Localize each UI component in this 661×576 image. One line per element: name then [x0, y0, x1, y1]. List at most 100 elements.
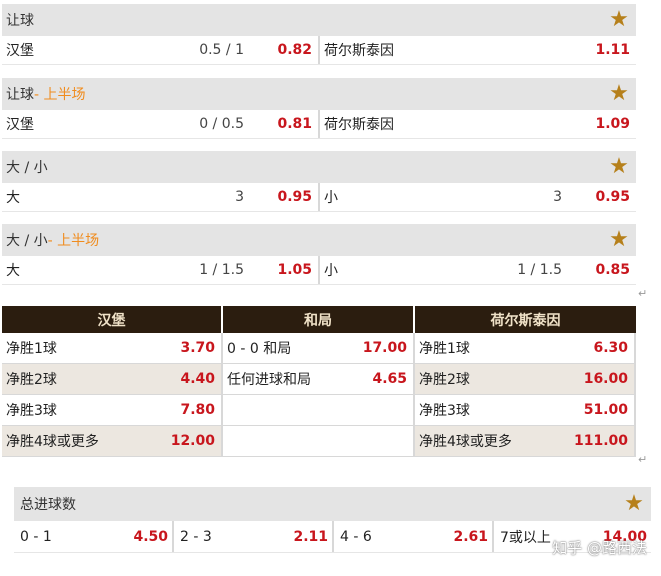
total-header: 大 / 小 ★	[2, 151, 636, 183]
under-label: 小	[324, 190, 338, 206]
margin-away-cell[interactable]: 净胜4球或更多 111.00	[415, 426, 636, 456]
total-half-title: 大 / 小	[6, 233, 48, 249]
table-row: 净胜3球 7.80 净胜3球 51.00	[2, 395, 636, 426]
total-goals-market: 总进球数 ★ 0 - 1 4.50 2 - 3 2.11 4 - 6 2.61 7或以…	[14, 487, 651, 553]
handicap-home-odd: 0.82	[277, 42, 312, 58]
home-team-name: 汉堡	[6, 117, 34, 133]
handicap-away-odd: 1.11	[595, 42, 630, 58]
option-odd: 2.61	[453, 528, 488, 545]
over-label: 大	[6, 190, 20, 206]
favorite-star-icon[interactable]: ★	[623, 493, 645, 515]
margin-header-draw: 和局	[223, 306, 415, 333]
handicap-title: 让球	[6, 13, 34, 29]
total-goals-option[interactable]: 2 - 3 2.11	[174, 521, 334, 552]
option-label: 7或以上	[500, 529, 551, 546]
total-half-subtitle: - 上半场	[47, 233, 100, 249]
over-line: 1 / 1.5	[199, 262, 244, 278]
total-market: 大 / 小 ★ 大 3 0.95 小 3 0.95	[2, 151, 636, 212]
table-row: 净胜4球或更多 12.00 净胜4球或更多 111.00	[2, 426, 636, 457]
favorite-star-icon[interactable]: ★	[608, 156, 630, 178]
handicap-away-selection[interactable]: 荷尔斯泰因 1.11	[320, 36, 636, 64]
handicap-row: 汉堡 0.5 / 1 0.82 荷尔斯泰因 1.11	[2, 36, 636, 65]
total-under-selection[interactable]: 小 3 0.95	[320, 183, 636, 211]
handicap-half-market: 让球 - 上半场 ★ 汉堡 0 / 0.5 0.81 荷尔斯泰因 1.09	[2, 78, 636, 139]
favorite-star-icon[interactable]: ★	[608, 83, 630, 105]
handicap-half-row: 汉堡 0 / 0.5 0.81 荷尔斯泰因 1.09	[2, 110, 636, 139]
option-odd: 4.50	[133, 528, 168, 545]
margin-away-cell[interactable]: 净胜1球 6.30	[415, 333, 636, 363]
option-label: 0 - 1	[20, 528, 52, 545]
total-goals-title: 总进球数	[20, 497, 76, 513]
total-half-over-selection[interactable]: 大 1 / 1.5 1.05	[2, 256, 320, 284]
handicap-half-home-odd: 0.81	[277, 116, 312, 132]
margin-draw-cell	[223, 395, 415, 425]
option-odd: 2.11	[293, 528, 328, 545]
under-label: 小	[324, 263, 338, 279]
over-odd: 0.95	[277, 189, 312, 205]
margin-away-cell[interactable]: 净胜3球 51.00	[415, 395, 636, 425]
return-mark: ↵	[638, 453, 648, 466]
winning-margin-table: 汉堡 和局 荷尔斯泰因 净胜1球 3.70 0 - 0 和局 17.00 净胜1球 6…	[2, 306, 636, 457]
cell-odd: 16.00	[583, 371, 628, 387]
cell-label: 净胜3球	[419, 403, 470, 419]
margin-header-row: 汉堡 和局 荷尔斯泰因	[2, 306, 636, 333]
handicap-half-away-selection[interactable]: 荷尔斯泰因 1.09	[320, 110, 636, 138]
cell-odd: 7.80	[180, 402, 215, 418]
total-goals-option[interactable]: 0 - 1 4.50	[14, 521, 174, 552]
cell-label: 净胜2球	[6, 372, 57, 388]
handicap-half-home-selection[interactable]: 汉堡 0 / 0.5 0.81	[2, 110, 320, 138]
total-title: 大 / 小	[6, 160, 48, 176]
handicap-home-selection[interactable]: 汉堡 0.5 / 1 0.82	[2, 36, 320, 64]
table-row: 净胜2球 4.40 任何进球和局 4.65 净胜2球 16.00	[2, 364, 636, 395]
handicap-line: 0.5 / 1	[199, 42, 244, 58]
favorite-star-icon[interactable]: ★	[608, 229, 630, 251]
cell-label: 净胜1球	[6, 341, 57, 357]
cell-label: 净胜4球或更多	[419, 434, 512, 450]
under-line: 1 / 1.5	[517, 262, 562, 278]
cell-label: 净胜1球	[419, 341, 470, 357]
total-half-market: 大 / 小 - 上半场 ★ 大 1 / 1.5 1.05 小 1 / 1.5 0…	[2, 224, 636, 285]
cell-odd: 12.00	[170, 433, 215, 449]
total-goals-option[interactable]: 7或以上 14.00	[494, 521, 651, 552]
cell-odd: 17.00	[362, 340, 407, 356]
away-team-name: 荷尔斯泰因	[324, 43, 394, 59]
cell-odd: 3.70	[180, 340, 215, 356]
total-over-selection[interactable]: 大 3 0.95	[2, 183, 320, 211]
cell-label: 0 - 0 和局	[227, 341, 292, 357]
under-odd: 0.85	[595, 262, 630, 278]
margin-draw-cell[interactable]: 0 - 0 和局 17.00	[223, 333, 415, 363]
margin-home-cell[interactable]: 净胜1球 3.70	[2, 333, 223, 363]
margin-header-home: 汉堡	[2, 306, 223, 333]
return-mark: ↵	[638, 287, 648, 300]
total-row: 大 3 0.95 小 3 0.95	[2, 183, 636, 212]
favorite-star-icon[interactable]: ★	[608, 9, 630, 31]
margin-home-cell[interactable]: 净胜4球或更多 12.00	[2, 426, 223, 456]
margin-away-cell[interactable]: 净胜2球 16.00	[415, 364, 636, 394]
total-half-header: 大 / 小 - 上半场 ★	[2, 224, 636, 256]
handicap-market: 让球 ★ 汉堡 0.5 / 1 0.82 荷尔斯泰因 1.11	[2, 4, 636, 65]
cell-odd: 51.00	[583, 402, 628, 418]
handicap-header: 让球 ★	[2, 4, 636, 36]
cell-odd: 111.00	[573, 433, 628, 449]
total-half-under-selection[interactable]: 小 1 / 1.5 0.85	[320, 256, 636, 284]
handicap-half-line: 0 / 0.5	[199, 116, 244, 132]
option-label: 2 - 3	[180, 528, 212, 545]
total-half-row: 大 1 / 1.5 1.05 小 1 / 1.5 0.85	[2, 256, 636, 285]
home-team-name: 汉堡	[6, 43, 34, 59]
under-line: 3	[553, 189, 562, 205]
away-team-name: 荷尔斯泰因	[324, 117, 394, 133]
over-odd: 1.05	[277, 262, 312, 278]
table-row: 净胜1球 3.70 0 - 0 和局 17.00 净胜1球 6.30	[2, 333, 636, 364]
margin-home-cell[interactable]: 净胜2球 4.40	[2, 364, 223, 394]
cell-odd: 4.40	[180, 371, 215, 387]
cell-label: 任何进球和局	[227, 372, 311, 388]
margin-home-cell[interactable]: 净胜3球 7.80	[2, 395, 223, 425]
over-line: 3	[235, 189, 244, 205]
cell-odd: 6.30	[593, 340, 628, 356]
margin-draw-cell[interactable]: 任何进球和局 4.65	[223, 364, 415, 394]
margin-draw-cell	[223, 426, 415, 456]
total-goals-option[interactable]: 4 - 6 2.61	[334, 521, 494, 552]
total-goals-header: 总进球数 ★	[14, 487, 651, 521]
total-goals-row: 0 - 1 4.50 2 - 3 2.11 4 - 6 2.61 7或以上 14.00	[14, 521, 651, 553]
option-label: 4 - 6	[340, 528, 372, 545]
